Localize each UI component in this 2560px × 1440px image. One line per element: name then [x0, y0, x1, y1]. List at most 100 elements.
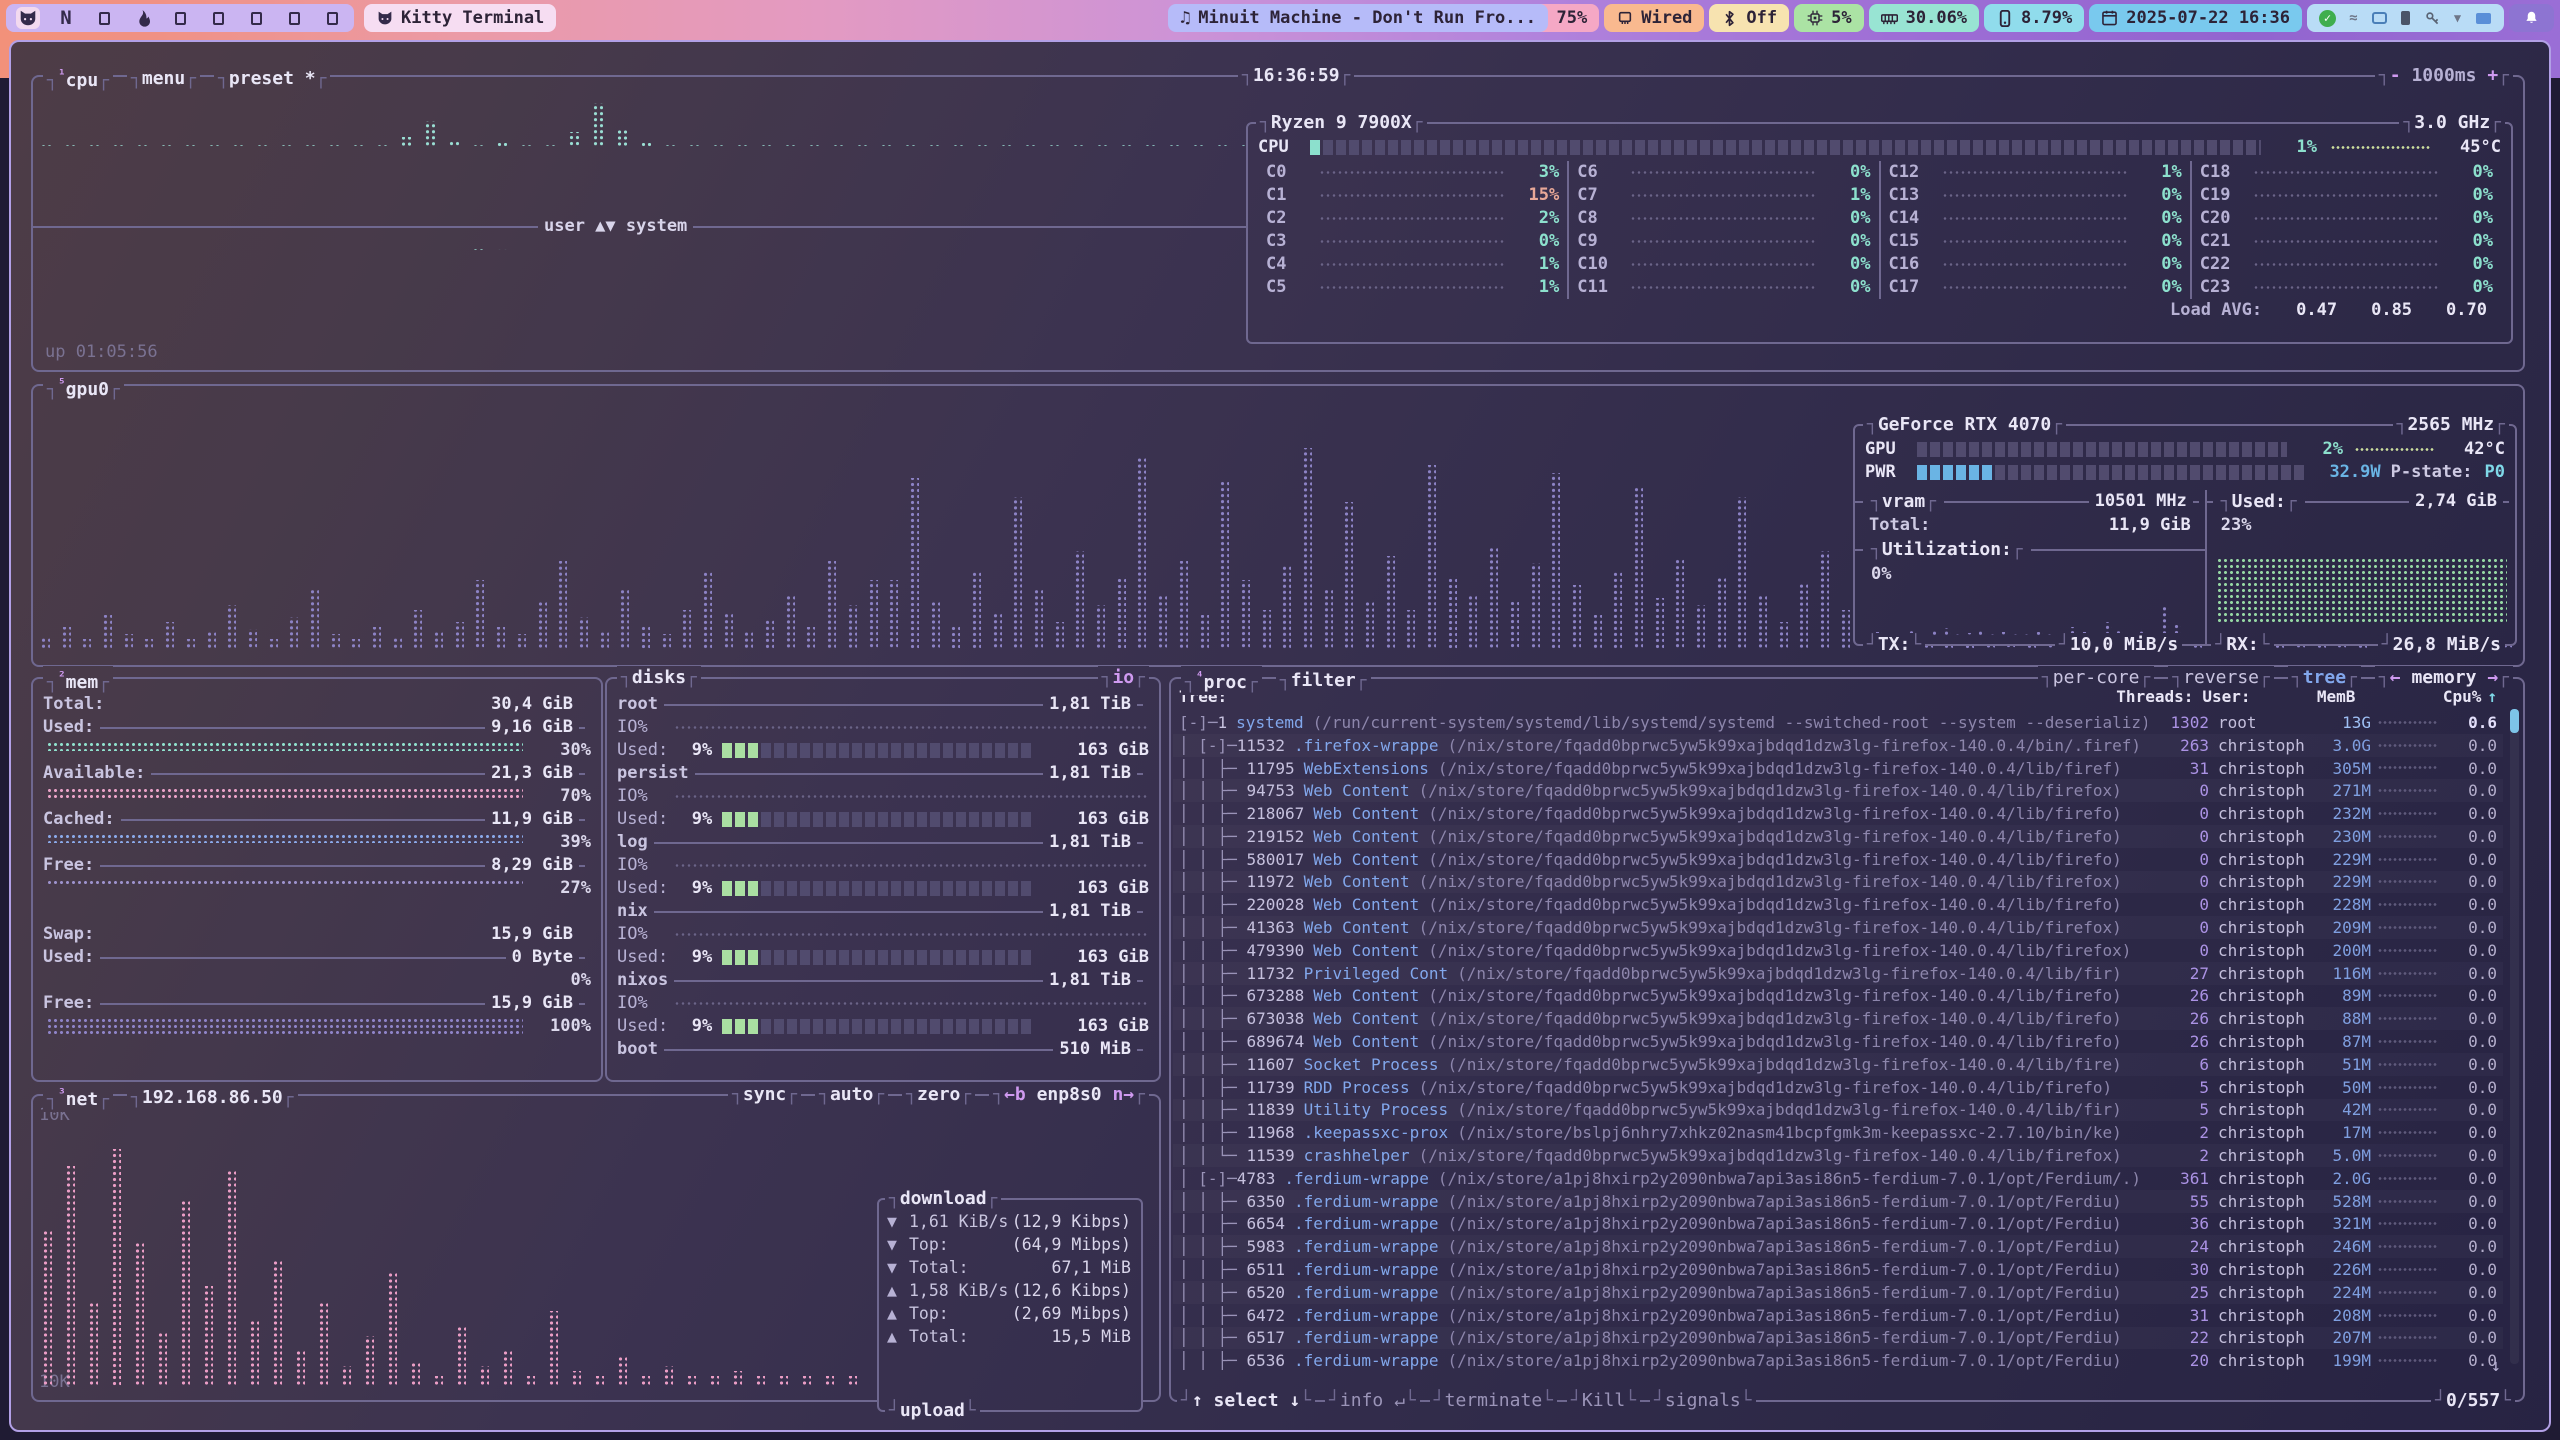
process-row[interactable]: │ │ ├─ 5983.ferdium-wrappe(/nix/store/a1…	[1173, 1235, 2503, 1258]
process-row[interactable]: │ │ ├─ 689674Web Content(/nix/store/fqad…	[1173, 1030, 2503, 1053]
process-cpu-graph	[2378, 811, 2438, 816]
process-row[interactable]: │ │ ├─ 219152Web Content(/nix/store/fqad…	[1173, 825, 2503, 848]
phone-tray-icon[interactable]	[2397, 10, 2414, 27]
workspace-flame-icon[interactable]	[130, 7, 154, 29]
process-row[interactable]: │ │ ├─ 6536.ferdium-wrappe(/nix/store/a1…	[1173, 1349, 2503, 1372]
zero-button[interactable]: zero	[902, 1083, 975, 1107]
tree-button[interactable]: tree	[2288, 666, 2361, 690]
disk-module[interactable]: 8.79%	[1984, 4, 2084, 32]
memory-rows: Total: 30,4 GiB Used: 9,16 GiB	[33, 679, 601, 1038]
process-cpu-graph	[2378, 1221, 2438, 1226]
auto-button[interactable]: auto	[815, 1083, 888, 1107]
wave-icon[interactable]: ≈	[2345, 10, 2362, 27]
cpu-panel-title[interactable]: ¹cpu	[43, 64, 113, 93]
window-title-tab[interactable]: Kitty Terminal	[364, 4, 556, 32]
process-row[interactable]: │ [-]─4783.ferdium-wrappe(/nix/store/a1p…	[1173, 1167, 2503, 1190]
update-interval-control[interactable]: - 1000ms +	[2375, 64, 2513, 88]
gpu-panel: ⁵gpu0 GeForce RTX 4070 2565 MHz GPU 2% 4…	[31, 384, 2525, 667]
cpu-module[interactable]: 5%	[1794, 4, 1863, 32]
process-row[interactable]: │ │ ├─ 11607Socket Process(/nix/store/fq…	[1173, 1053, 2503, 1076]
process-row[interactable]: │ │ ├─ 11839Utility Process(/nix/store/f…	[1173, 1099, 2503, 1122]
notification-module[interactable]	[2509, 4, 2554, 32]
process-row[interactable]: [-]─1systemd(/run/current-system/systemd…	[1173, 711, 2503, 734]
core-row: C190%	[2200, 184, 2493, 207]
scroll-down-indicator[interactable]: ↓	[2491, 1355, 2501, 1378]
reverse-button[interactable]: reverse	[2168, 666, 2274, 690]
bluetooth-module[interactable]: Off	[1709, 4, 1789, 32]
clock-module[interactable]: 2025-07-22 16:36	[2089, 4, 2302, 32]
volume-value: 75%	[1557, 8, 1588, 28]
memory-row: Free: 8,29 GiB 27%	[43, 854, 591, 900]
process-row[interactable]: │ │ ├─ 6520.ferdium-wrappe(/nix/store/a1…	[1173, 1281, 2503, 1304]
workspace-square-icon[interactable]	[282, 7, 306, 29]
keyboard-icon[interactable]	[2475, 10, 2492, 27]
gpu-panel-title[interactable]: ⁵gpu0	[43, 373, 124, 402]
process-row[interactable]: │ │ ├─ 11732Privileged Cont(/nix/store/f…	[1173, 962, 2503, 985]
key-icon[interactable]	[2423, 10, 2440, 27]
process-scrollbar[interactable]	[2510, 709, 2519, 1364]
display-icon[interactable]	[2371, 10, 2388, 27]
process-panel-title[interactable]: ⁴proc	[1181, 666, 1262, 695]
process-row[interactable]: │ │ ├─ 220028Web Content(/nix/store/fqad…	[1173, 893, 2503, 916]
interface-switcher[interactable]: ←b enp8s0 n→	[989, 1083, 1149, 1107]
workspace-square-icon[interactable]	[168, 7, 192, 29]
process-cpu-graph	[2378, 1085, 2438, 1090]
process-row[interactable]: │ │ ├─ 6350.ferdium-wrappe(/nix/store/a1…	[1173, 1190, 2503, 1213]
process-row[interactable]: │ │ ├─ 673288Web Content(/nix/store/fqad…	[1173, 985, 2503, 1008]
clock-value: 2025-07-22 16:36	[2126, 8, 2290, 28]
core-row: C230%	[2200, 276, 2493, 299]
per-core-button[interactable]: per-core	[2038, 666, 2154, 690]
process-row[interactable]: │ │ ├─ 6517.ferdium-wrappe(/nix/store/a1…	[1173, 1327, 2503, 1350]
process-row[interactable]: │ │ ├─ 11795WebExtensions(/nix/store/fqa…	[1173, 757, 2503, 780]
memory-panel-title[interactable]: ²mem	[43, 666, 113, 695]
workspace-neovim-icon[interactable]: N	[54, 7, 78, 29]
io-mode-button[interactable]: io	[1098, 666, 1149, 690]
process-cpu-graph	[2378, 971, 2438, 976]
workspace-square-icon[interactable]	[244, 7, 268, 29]
process-row[interactable]: │ │ ├─ 11972Web Content(/nix/store/fqadd…	[1173, 871, 2503, 894]
process-row[interactable]: │ │ └─ 11539crashhelper(/nix/store/fqadd…	[1173, 1144, 2503, 1167]
process-row[interactable]: │ │ ├─ 218067Web Content(/nix/store/fqad…	[1173, 802, 2503, 825]
disks-panel-title[interactable]: disks	[617, 666, 701, 690]
workspace-square-icon[interactable]	[92, 7, 116, 29]
process-row[interactable]: │ │ ├─ 673038Web Content(/nix/store/fqad…	[1173, 1007, 2503, 1030]
gpu-tx-label: TX:	[1863, 633, 1925, 657]
bell-icon	[2523, 10, 2540, 27]
music-widget[interactable]: ♫ Minuit Machine - Don't Run Fro...	[1168, 4, 1548, 32]
terminate-button[interactable]: terminate	[1430, 1389, 1557, 1413]
network-panel-title[interactable]: ³net	[43, 1083, 113, 1112]
process-row[interactable]: │ │ ├─ 11739RDD Process(/nix/store/fqadd…	[1173, 1076, 2503, 1099]
workspace-square-icon[interactable]	[206, 7, 230, 29]
process-row[interactable]: │ │ ├─ 6511.ferdium-wrappe(/nix/store/a1…	[1173, 1258, 2503, 1281]
kitty-terminal-window: ¹cpu menu preset * 16:36:59 - 1000ms + u…	[9, 40, 2551, 1432]
signals-button[interactable]: signals	[1650, 1389, 1756, 1413]
info-button[interactable]: info ↵	[1325, 1389, 1420, 1413]
process-row[interactable]: │ │ ├─ 580017Web Content(/nix/store/fqad…	[1173, 848, 2503, 871]
process-row[interactable]: │ │ ├─ 6654.ferdium-wrappe(/nix/store/a1…	[1173, 1213, 2503, 1236]
process-row[interactable]: │ │ ├─ 479390Web Content(/nix/store/fqad…	[1173, 939, 2503, 962]
menu-button[interactable]: menu	[127, 67, 200, 91]
process-row[interactable]: │ │ ├─ 6472.ferdium-wrappe(/nix/store/a1…	[1173, 1304, 2503, 1327]
workspace-square-icon[interactable]	[320, 7, 344, 29]
filter-button[interactable]: filter	[1276, 669, 1371, 693]
vpn-triangle-icon[interactable]: ▼	[2449, 10, 2466, 27]
check-circle-icon[interactable]: ✓	[2319, 10, 2336, 27]
process-cpu-graph	[2378, 879, 2438, 884]
ip-address: 192.168.86.50	[127, 1086, 298, 1110]
process-row[interactable]: │ │ ├─ 94753Web Content(/nix/store/fqadd…	[1173, 779, 2503, 802]
kill-button[interactable]: Kill	[1567, 1389, 1640, 1413]
process-row[interactable]: │ [-]─11532.firefox-wrappe(/nix/store/fq…	[1173, 734, 2503, 757]
process-row[interactable]: │ │ ├─ 41363Web Content(/nix/store/fqadd…	[1173, 916, 2503, 939]
disk-used-meter	[722, 743, 1032, 758]
gpu-rx-graph	[2217, 558, 2507, 622]
process-cpu-graph	[2378, 1335, 2438, 1340]
select-control[interactable]: ↑ select ↓	[1177, 1389, 1315, 1413]
memory-module[interactable]: 30.06%	[1869, 4, 1979, 32]
preset-button[interactable]: preset *	[214, 67, 330, 91]
process-row[interactable]: │ │ ├─ 11968.keepassxc-prox(/nix/store/b…	[1173, 1121, 2503, 1144]
sort-column-switcher[interactable]: ← memory →	[2375, 666, 2513, 690]
workspace-cat-icon[interactable]	[16, 7, 40, 29]
core-column: C180%C190%C200%C210%C220%C230%	[2190, 161, 2501, 299]
sync-button[interactable]: sync	[728, 1083, 801, 1107]
network-module[interactable]: Wired	[1604, 4, 1704, 32]
